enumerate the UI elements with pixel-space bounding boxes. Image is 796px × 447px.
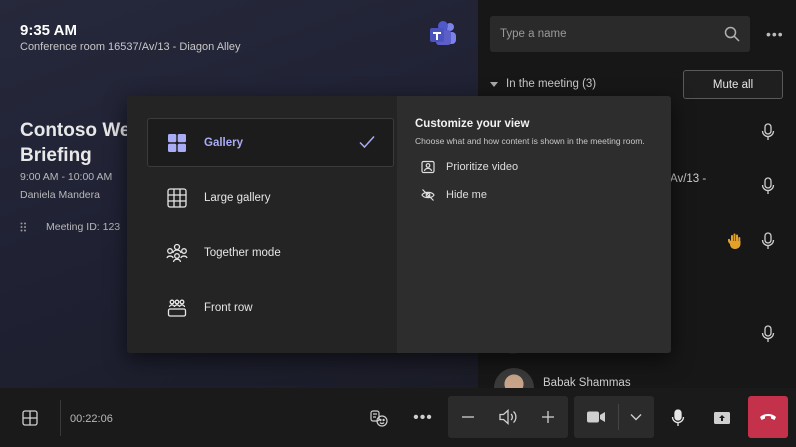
layout-button[interactable] [10, 398, 50, 438]
volume-controls [448, 396, 568, 438]
customize-view-panel: Customize your view Choose what and how … [397, 96, 671, 353]
customize-description: Choose what and how content is shown in … [415, 136, 645, 146]
hide-me-label: Hide me [446, 189, 487, 201]
hide-me-icon [421, 188, 435, 202]
customize-title: Customize your view [415, 118, 530, 130]
gallery-icon [166, 132, 188, 154]
dialpad-icon [20, 222, 30, 232]
speaker-icon [499, 409, 517, 425]
layout-option-front-row[interactable]: Front row [147, 283, 394, 332]
prioritize-video-label: Prioritize video [446, 161, 519, 173]
meeting-control-bar: 00:22:06 ••• [0, 388, 796, 447]
search-icon[interactable] [724, 26, 740, 42]
camera-controls [574, 396, 654, 438]
layout-option-gallery[interactable]: Gallery [147, 118, 394, 167]
participant-mic-icon[interactable] [761, 325, 775, 343]
call-duration: 00:22:06 [70, 413, 113, 425]
camera-button[interactable] [576, 397, 616, 437]
layout-option-large-gallery[interactable]: Large gallery [147, 173, 394, 222]
in-meeting-section[interactable]: In the meeting (3) [490, 78, 596, 90]
plus-icon [542, 411, 554, 423]
layout-grid-icon [22, 410, 38, 426]
speaker-button[interactable] [488, 397, 528, 437]
chevron-down-icon [630, 414, 642, 421]
prioritize-video-option[interactable]: Prioritize video [415, 160, 671, 174]
share-screen-icon [714, 412, 730, 424]
large-gallery-icon [166, 187, 188, 209]
microphone-icon [671, 409, 685, 426]
layout-option-label: Gallery [204, 136, 243, 149]
hang-up-icon [760, 414, 776, 420]
reactions-button[interactable] [362, 398, 396, 438]
search-input[interactable] [500, 28, 724, 40]
layout-dialog: Gallery Large gallery Together mode Fron… [127, 96, 671, 353]
prioritize-video-icon [421, 160, 435, 174]
raise-hand-icon [728, 233, 742, 249]
layout-option-label: Large gallery [204, 191, 271, 204]
camera-icon [587, 411, 605, 423]
layout-option-label: Front row [204, 301, 253, 314]
clock: 9:35 AM [20, 22, 77, 39]
meeting-time: 9:00 AM - 10:00 AM [20, 171, 113, 183]
layout-options-list: Gallery Large gallery Together mode Fron… [127, 96, 397, 353]
participant-mic-icon[interactable] [761, 123, 775, 141]
search-box[interactable] [490, 16, 750, 52]
microphone-button[interactable] [660, 398, 696, 438]
volume-down-button[interactable] [448, 397, 488, 437]
more-options-icon[interactable]: ••• [766, 26, 784, 42]
share-content-button[interactable] [704, 398, 740, 438]
hang-up-button[interactable] [748, 396, 788, 438]
divider [60, 400, 61, 436]
more-actions-button[interactable]: ••• [406, 398, 440, 438]
meeting-id-row: Meeting ID: 123 [20, 221, 120, 233]
in-meeting-label: In the meeting (3) [506, 78, 597, 90]
checkmark-icon [359, 135, 375, 149]
room-name: Conference room 16537/Av/13 - Diagon All… [20, 41, 241, 53]
meeting-organizer: Daniela Mandera [20, 189, 100, 201]
minus-icon [462, 416, 474, 418]
camera-options-button[interactable] [619, 397, 653, 437]
participant-room-fragment: Av/13 - [670, 173, 707, 185]
hide-me-option[interactable]: Hide me [415, 188, 671, 202]
layout-option-label: Together mode [204, 246, 281, 259]
collapse-caret-icon [490, 81, 498, 87]
participant-mic-icon[interactable] [761, 177, 775, 195]
mute-all-button[interactable]: Mute all [683, 70, 783, 99]
volume-up-button[interactable] [528, 397, 568, 437]
teams-logo-icon [428, 20, 458, 48]
layout-option-together-mode[interactable]: Together mode [147, 228, 394, 277]
participant-mic-icon[interactable] [761, 232, 775, 250]
reactions-icon [370, 410, 388, 427]
together-mode-icon [166, 242, 188, 264]
meeting-id-text: Meeting ID: 123 [46, 221, 121, 233]
front-row-icon [166, 297, 188, 319]
